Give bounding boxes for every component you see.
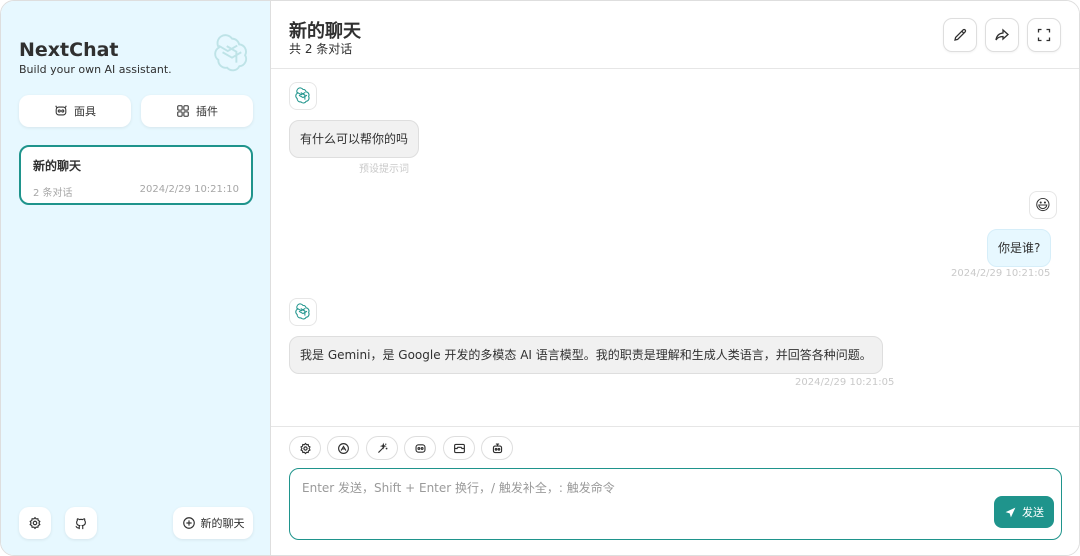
share-button[interactable] <box>985 18 1019 52</box>
bot-message[interactable]: 有什么可以帮你的吗 <box>289 120 420 158</box>
message-time: 2024/2/29 10:21:05 <box>951 268 1051 279</box>
message-list: 有什么可以帮你的吗 预设提示词 😃 你是谁? 2024/2/29 10:21:0… <box>271 70 1079 426</box>
brand-title: NextChat <box>19 39 119 61</box>
bot-avatar <box>289 298 317 326</box>
github-icon <box>75 518 86 530</box>
theme-button[interactable] <box>327 436 359 460</box>
message-meta: 预设提示词 <box>359 164 409 175</box>
gear-icon <box>29 516 41 530</box>
plugin-button-label: 插件 <box>196 105 218 118</box>
chat-subtitle: 共 2 条对话 <box>289 42 353 56</box>
fullscreen-button[interactable] <box>1027 18 1061 52</box>
fullscreen-icon <box>1037 28 1051 42</box>
mask-button[interactable]: 面具 <box>19 95 131 127</box>
chat-item-time: 2024/2/29 10:21:10 <box>139 184 239 195</box>
new-chat-button[interactable]: 新的聊天 <box>173 507 253 539</box>
message-time: 2024/2/29 10:21:05 <box>795 377 895 388</box>
openai-icon <box>295 303 310 320</box>
chat-item-meta: 2 条对话 2024/2/29 10:21:10 <box>33 184 239 199</box>
user-avatar: 😃 <box>1029 191 1057 219</box>
clear-icon <box>453 443 465 453</box>
sidebar: NextChat Build your own AI assistant. 面具… <box>1 1 271 555</box>
settings-icon <box>299 442 311 454</box>
add-icon <box>182 517 195 529</box>
new-chat-label: 新的聊天 <box>200 517 245 530</box>
openai-logo-icon <box>211 33 253 75</box>
openai-icon <box>295 87 310 104</box>
bot-message[interactable]: 我是 Gemini，是 Google 开发的多模态 AI 语言模型。我的职责是理… <box>289 336 883 374</box>
chat-panel: 新的聊天 共 2 条对话 有什么可以帮你的吗 预设提示词 😃 你是谁? 2024… <box>271 1 1079 555</box>
clear-context-button[interactable] <box>443 436 475 460</box>
chat-list-item[interactable]: 新的聊天 2 条对话 2024/2/29 10:21:10 <box>19 145 253 205</box>
mask-icon <box>55 105 67 116</box>
settings-button[interactable] <box>19 507 51 539</box>
github-button[interactable] <box>65 507 97 539</box>
robot-icon <box>492 442 502 453</box>
send-icon <box>1005 507 1016 517</box>
chat-header: 新的聊天 共 2 条对话 <box>271 1 1079 69</box>
chat-item-count: 2 条对话 <box>33 188 73 199</box>
edit-button[interactable] <box>943 18 977 52</box>
app-window: NextChat Build your own AI assistant. 面具… <box>0 0 1080 556</box>
share-icon <box>995 28 1009 41</box>
brand-subtitle: Build your own AI assistant. <box>19 63 172 76</box>
send-button-label: 发送 <box>1022 506 1044 519</box>
prompt-button[interactable] <box>366 436 398 460</box>
mask-button-label: 面具 <box>74 105 96 118</box>
chat-item-title: 新的聊天 <box>33 159 82 173</box>
chat-settings-button[interactable] <box>289 436 321 460</box>
model-button[interactable] <box>481 436 513 460</box>
mask-tool-button[interactable] <box>404 436 436 460</box>
pencil-icon <box>954 28 967 41</box>
mask-icon <box>414 443 426 453</box>
plugin-button[interactable]: 插件 <box>141 95 253 127</box>
input-panel: 发送 <box>271 426 1079 555</box>
send-button[interactable]: 发送 <box>994 496 1054 528</box>
plugin-icon <box>177 105 189 117</box>
chat-input[interactable] <box>289 468 1062 540</box>
theme-icon <box>337 442 349 454</box>
bot-avatar <box>289 82 317 110</box>
prompt-icon <box>377 442 387 453</box>
user-message[interactable]: 你是谁? <box>987 229 1052 267</box>
